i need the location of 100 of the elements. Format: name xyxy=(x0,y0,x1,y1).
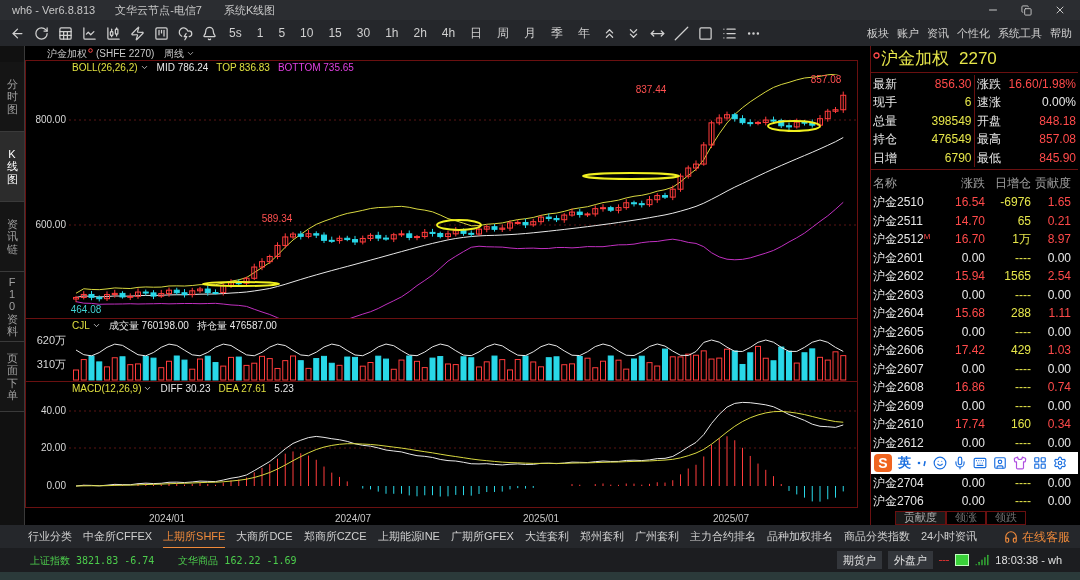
boll-legend-value: MID 786.24 xyxy=(156,62,209,73)
oi-change-cell-text: ---- xyxy=(1014,286,1031,304)
ranking-tab[interactable]: 领跌 xyxy=(986,510,1026,525)
market-tab[interactable]: 中金所CFFEX xyxy=(83,525,153,548)
online-service-button[interactable]: 在线客服 xyxy=(1004,527,1070,546)
ime-mode[interactable]: 英 xyxy=(898,453,911,473)
price-axis-label: 800.00 xyxy=(35,114,66,125)
change-cell-text: 16.86 xyxy=(953,379,985,397)
market-tab[interactable]: 大连套利 xyxy=(524,525,569,548)
change-cell-text: 0.00 xyxy=(960,249,985,267)
contract-name[interactable]: 沪金2608 xyxy=(873,378,943,397)
period-button[interactable]: 1h xyxy=(382,27,402,39)
market-tab[interactable]: 行业分类 xyxy=(28,525,72,548)
market-tab[interactable]: 商品分类指数 xyxy=(843,525,910,548)
quote-label: 最高 xyxy=(976,131,1001,149)
quote-value: 0.00% xyxy=(1041,94,1076,112)
period-button[interactable]: 年 xyxy=(575,27,594,39)
ranking-tab[interactable]: 领涨 xyxy=(946,510,986,525)
market-tab[interactable]: 品种加权排名 xyxy=(766,525,833,548)
period-button[interactable]: 10 xyxy=(297,27,317,39)
oi-change-cell-text: 429 xyxy=(1009,342,1031,360)
menu-item[interactable]: 资讯 xyxy=(927,24,949,42)
contribution-cell-text: 0.00 xyxy=(1046,249,1071,267)
contract-name[interactable]: 沪金2512$^{M}$ xyxy=(873,230,943,249)
date-axis-label: 2024/01 xyxy=(149,512,186,526)
contract-name[interactable]: 沪金2706 xyxy=(873,492,943,511)
menu-item[interactable]: 系统工具 xyxy=(998,24,1042,42)
quote-value: 16.60/1.98% xyxy=(1008,75,1076,93)
oi-change-cell-text: 160 xyxy=(1009,416,1031,434)
contract-name[interactable]: 沪金2605 xyxy=(873,322,943,341)
period-button[interactable]: 15 xyxy=(325,27,345,39)
contribution-cell-text: 0.00 xyxy=(1046,397,1071,415)
period-button[interactable]: 2h xyxy=(410,27,430,39)
market-tab[interactable]: 广州套利 xyxy=(634,525,679,548)
contract-name[interactable]: 沪金2510 xyxy=(873,193,943,212)
period-button[interactable]: 5 xyxy=(275,27,289,39)
contract-name[interactable]: 沪金2602 xyxy=(873,267,943,286)
quote-value: 856.30 xyxy=(934,75,972,93)
quote-value: 6790 xyxy=(944,149,972,167)
period-button[interactable]: 周 xyxy=(494,27,513,39)
change-cell-text: 16.70 xyxy=(953,231,985,249)
market-tab[interactable]: 郑商所CZCE xyxy=(303,525,367,548)
account-button[interactable]: 期货户 xyxy=(837,551,883,569)
price-mark-label: 464.08 xyxy=(70,304,102,315)
menu-item[interactable]: 账户 xyxy=(897,24,919,42)
menu-item[interactable]: 板块 xyxy=(867,24,889,42)
contract-name[interactable]: 沪金2612 xyxy=(873,433,943,452)
column-header: 名称 xyxy=(873,175,898,192)
quote-value: 848.18 xyxy=(1039,112,1076,130)
account-button[interactable]: 外盘户 xyxy=(888,551,934,569)
period-selector[interactable]: 周线 xyxy=(164,45,185,61)
index-quote: 上证指数 3821.83 -6.74 xyxy=(30,553,155,568)
change-cell-text: 17.74 xyxy=(953,416,985,434)
indicator-selector[interactable]: BOLL(26,26,2) xyxy=(72,62,138,73)
contract-name[interactable]: 沪金2607 xyxy=(873,359,943,378)
indicator-selector[interactable]: CJL xyxy=(72,320,90,331)
contract-name[interactable]: 沪金2704 xyxy=(873,473,943,492)
market-tab[interactable]: 主力合约排名 xyxy=(689,525,756,548)
contribution-cell-text: 0.00 xyxy=(1046,434,1071,452)
contract-name[interactable]: 沪金2604 xyxy=(873,304,943,323)
menu-item[interactable]: 帮助 xyxy=(1050,24,1072,42)
indicator-selector[interactable]: MACD(12,26,9) xyxy=(72,383,142,394)
contract-name[interactable]: 沪金2606 xyxy=(873,341,943,360)
period-button[interactable]: 1 xyxy=(253,27,267,39)
side-tab[interactable]: 资讯链 xyxy=(0,202,24,272)
contract-name[interactable]: 沪金2610 xyxy=(873,415,943,434)
side-tab[interactable]: 页面下单 xyxy=(0,342,24,412)
ranking-tab[interactable]: 贡献度 xyxy=(895,510,946,525)
side-tab[interactable]: K线图 xyxy=(0,132,24,202)
period-button[interactable]: 5s xyxy=(226,27,245,39)
period-button[interactable]: 4h xyxy=(438,27,459,39)
period-button[interactable]: 日 xyxy=(467,27,486,39)
index-quote: 文华商品 162.22 -1.69 xyxy=(178,553,297,568)
period-button[interactable]: 季 xyxy=(548,27,567,39)
clock: 18:03:38 - wh xyxy=(995,552,1062,568)
market-tab[interactable]: 24小时资讯 xyxy=(920,525,978,548)
oi-change-cell-text: 288 xyxy=(1009,305,1031,323)
market-tab[interactable]: 大商所DCE xyxy=(236,525,293,548)
menu-item[interactable]: 个性化 xyxy=(957,24,990,42)
market-tab[interactable]: 广期所GFEX xyxy=(450,525,514,548)
side-tab[interactable]: F10资料 xyxy=(0,272,24,342)
period-button[interactable]: 月 xyxy=(521,27,540,39)
contribution-cell-text: 1.11 xyxy=(1047,305,1071,323)
contract-name[interactable]: 沪金2603 xyxy=(873,285,943,304)
period-button[interactable]: 30 xyxy=(353,27,374,39)
change-cell-text: 0.00 xyxy=(960,360,985,378)
contract-name[interactable]: 沪金2609 xyxy=(873,396,943,415)
market-tab[interactable]: 上期能源INE xyxy=(377,525,440,548)
contract-name[interactable]: 沪金2511 xyxy=(873,211,943,230)
oi-change-cell-text: 1565 xyxy=(1003,268,1031,286)
column-header: 涨跌 xyxy=(960,175,985,192)
macd-legend-value: DIFF 30.23 xyxy=(160,383,211,394)
oi-change-cell-text: ---- xyxy=(1014,360,1031,378)
market-tab[interactable]: 郑州套利 xyxy=(579,525,624,548)
side-tab[interactable]: 分时图 xyxy=(0,62,24,132)
quote-value: 845.90 xyxy=(1039,149,1076,167)
contribution-cell-text: 0.00 xyxy=(1046,360,1071,378)
quote-label: 速涨 xyxy=(976,94,1001,112)
quote-label: 总量 xyxy=(873,112,897,130)
contract-name[interactable]: 沪金2601 xyxy=(873,248,943,267)
